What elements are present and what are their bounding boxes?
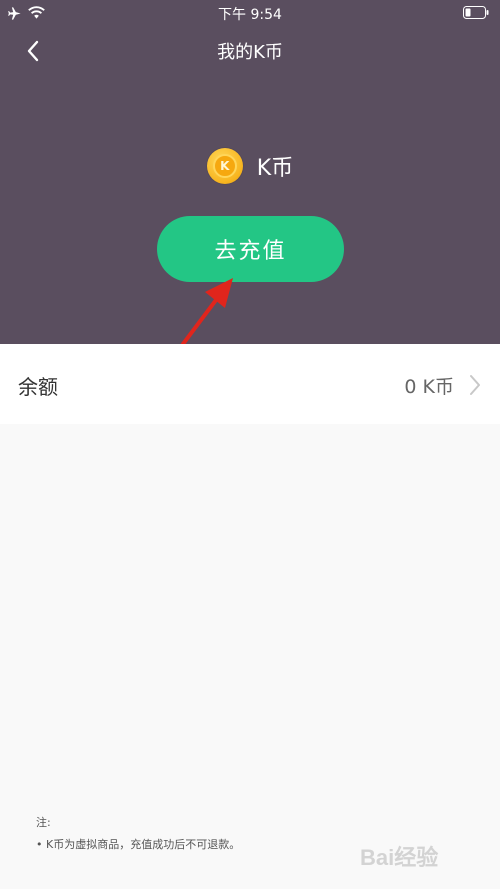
baidu-watermark: Bai经验 [360,845,438,870]
balance-value: 0 K币 [404,376,454,398]
watermark-text: Bai经验 [360,845,438,870]
coin-icon: K [206,148,243,184]
nav-bar: 我的K币 [0,26,500,74]
header-panel: 下午 9:54 我的K币 K K币 去充值 [0,0,500,344]
recharge-button[interactable]: 去充值 [157,216,344,282]
battery-icon [463,6,489,19]
status-bar: 下午 9:54 [0,0,500,26]
balance-row[interactable]: 余额 0 K币 [0,344,500,424]
balance-label: 余额 [18,375,58,399]
coin-summary: K K币 [0,146,500,186]
note-item: • K币为虚拟商品，充值成功后不可退款。 [36,838,241,851]
red-arrow-annotation [181,278,233,346]
notes-section: 注: • K币为虚拟商品，充值成功后不可退款。 [36,812,240,856]
page-title: 我的K币 [217,42,283,63]
status-time: 下午 9:54 [218,7,282,23]
notes-title: 注: [36,816,51,829]
coin-label: K币 [256,156,294,181]
chevron-right-icon [470,375,480,395]
coin-glyph: K [212,154,237,178]
